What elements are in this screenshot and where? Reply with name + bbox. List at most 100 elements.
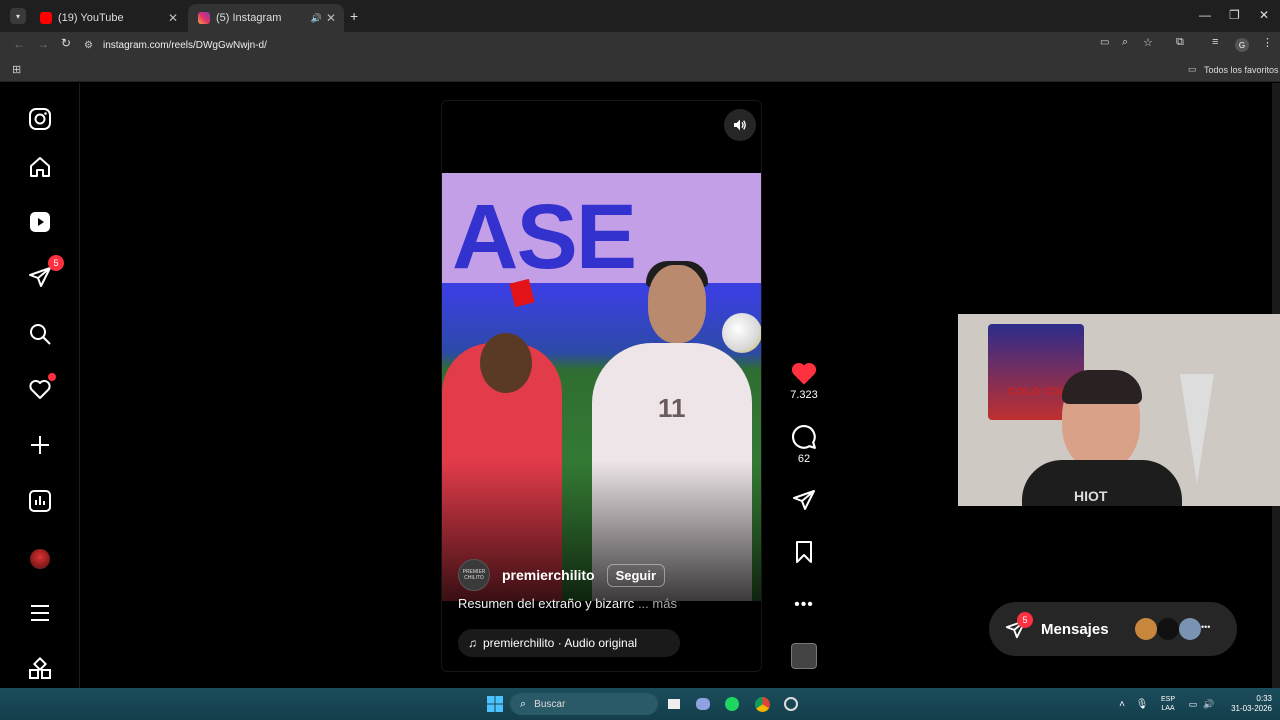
cast-icon[interactable]: ▭ [1100,37,1109,48]
all-bookmarks-link[interactable]: Todos los favoritos [1204,65,1279,75]
audio-cover-image [791,643,817,669]
search-icon: ⌕ [520,697,527,710]
audio-thumbnail[interactable] [786,643,822,669]
search-placeholder: Buscar [534,698,566,710]
notification-dot [48,373,56,381]
microphone-icon[interactable]: 🎙 [1136,695,1149,713]
close-tab-icon[interactable]: ✕ [168,11,178,25]
browser-tab-strip: ▾ (19) YouTube ✕ (5) Instagram 🔊 ✕ + — ❐… [0,0,1280,32]
close-tab-icon[interactable]: ✕ [326,11,336,25]
clock[interactable]: 0:33 31-03-2026 [1222,694,1272,713]
reel-caption[interactable]: Resumen del extraño y bizarrc ... más [458,596,677,611]
spotify-icon[interactable] [723,695,741,713]
windows-icon [487,696,503,712]
music-note-icon: ♫ [468,636,477,650]
create-icon[interactable] [26,431,54,459]
windows-taskbar: ⌕ Buscar ˄ 🎙 ESP LAA ▭ 🔊 0:33 31-03-2026 [0,688,1280,720]
media-icon[interactable]: ≡ [1212,36,1218,48]
comment-icon [792,425,816,449]
minimize-button[interactable]: — [1199,8,1211,22]
apps-icon[interactable]: ⊞ [12,63,21,76]
zoom-icon[interactable]: ⌕ [1122,36,1128,49]
extensions-icon[interactable]: ⧉ [1176,36,1184,49]
youtube-icon [40,12,52,24]
tab-instagram[interactable]: (5) Instagram 🔊 ✕ [188,4,344,32]
more-dots-icon: ••• [794,596,814,613]
close-window-button[interactable]: ✕ [1259,8,1269,22]
new-tab-button[interactable]: + [350,8,358,24]
more-options-action[interactable]: ••• [786,596,822,614]
address-bar[interactable]: ⚙ instagram.com/reels/DWgGwNwjn-d/ [84,35,1162,55]
share-icon [793,490,815,510]
comment-count: 62 [797,453,811,465]
follow-button[interactable]: Seguir [606,563,666,587]
contact-avatar [1179,618,1201,640]
chrome-icon[interactable] [752,695,772,713]
speaker-icon [734,119,746,131]
home-icon[interactable] [26,153,54,181]
reel-player[interactable]: ASE 11 PREMIER CHILITO premierchilito Se… [441,100,762,672]
dashboard-icon[interactable] [26,487,54,515]
instagram-logo-icon[interactable] [26,105,54,133]
start-button[interactable] [486,695,504,713]
player-head [648,265,706,343]
like-heart-icon [791,362,817,385]
search-icon[interactable] [26,320,54,348]
forward-icon[interactable]: → [37,37,49,51]
shirt-number: 11 [658,393,686,423]
save-action[interactable] [786,540,822,564]
like-action[interactable]: 7.323 [786,360,822,401]
mute-button[interactable] [724,109,756,141]
caption-text: Resumen del extraño y bizarrc [458,596,635,611]
tab-audio-icon[interactable]: 🔊 [311,13,322,24]
tab-title: (5) Instagram [216,12,282,24]
profile-avatar-icon[interactable] [26,545,54,573]
taskbar-search[interactable]: ⌕ Buscar [510,693,658,715]
reel-author: PREMIER CHILITO premierchilito Seguir [458,559,666,591]
tab-youtube[interactable]: (19) YouTube ✕ [30,4,186,32]
browser-toolbar: ← → ↻ ⚙ instagram.com/reels/DWgGwNwjn-d/… [0,32,1280,58]
volume-icon[interactable]: 🔊 [1203,695,1215,713]
bookmark-star-icon[interactable]: ☆ [1143,36,1153,49]
language-layout: LAA [1161,705,1175,712]
instagram-icon [198,12,210,24]
more-menu-icon[interactable] [26,599,54,627]
author-username[interactable]: premierchilito [502,567,595,583]
clock-time: 0:33 [1256,694,1272,703]
reload-icon[interactable]: ↻ [61,36,71,50]
network-icon[interactable]: ▭ [1187,695,1199,713]
reel-video[interactable]: ASE 11 [442,173,761,601]
more-contacts-icon: ••• [1201,622,1211,632]
reels-icon[interactable] [26,208,54,236]
contact-avatar [1157,618,1179,640]
referee-head [480,333,532,393]
tray-chevron-icon[interactable]: ˄ [1116,695,1128,713]
like-count: 7.323 [790,389,818,401]
profile-avatar[interactable]: G [1235,38,1249,52]
notifications-heart-icon[interactable] [26,373,56,403]
caption-more-link[interactable]: ... más [638,596,677,611]
app-icon[interactable] [781,695,801,713]
shirt-print: HIOT [1074,488,1108,504]
audio-attribution[interactable]: ♫ premierchilito · Audio original [458,629,680,657]
back-icon[interactable]: ← [13,37,25,51]
file-explorer-icon[interactable] [666,695,682,713]
wall-pennant [1180,374,1214,484]
comment-action[interactable]: 62 [786,424,822,465]
messages-label: Mensajes [1041,621,1109,638]
discord-icon[interactable] [694,695,712,713]
language-indicator[interactable]: ESP LAA [1156,695,1180,713]
site-info-icon[interactable]: ⚙ [84,40,93,51]
audio-text: premierchilito · Audio original [483,636,638,650]
maximize-button[interactable]: ❐ [1229,8,1240,22]
messages-bar[interactable]: 5 Mensajes ••• [989,602,1237,656]
share-action[interactable] [786,488,822,512]
menu-icon[interactable]: ⋮ [1262,36,1273,49]
streamer-hair [1062,370,1142,404]
author-avatar[interactable]: PREMIER CHILITO [458,559,490,591]
clock-date: 31-03-2026 [1231,704,1272,713]
direct-messages-icon[interactable]: 5 [26,255,64,291]
also-from-meta-icon[interactable] [26,655,54,683]
bookmarks-bar: ⊞ ▭ Todos los favoritos [0,58,1280,82]
tab-search-button[interactable]: ▾ [10,8,26,24]
